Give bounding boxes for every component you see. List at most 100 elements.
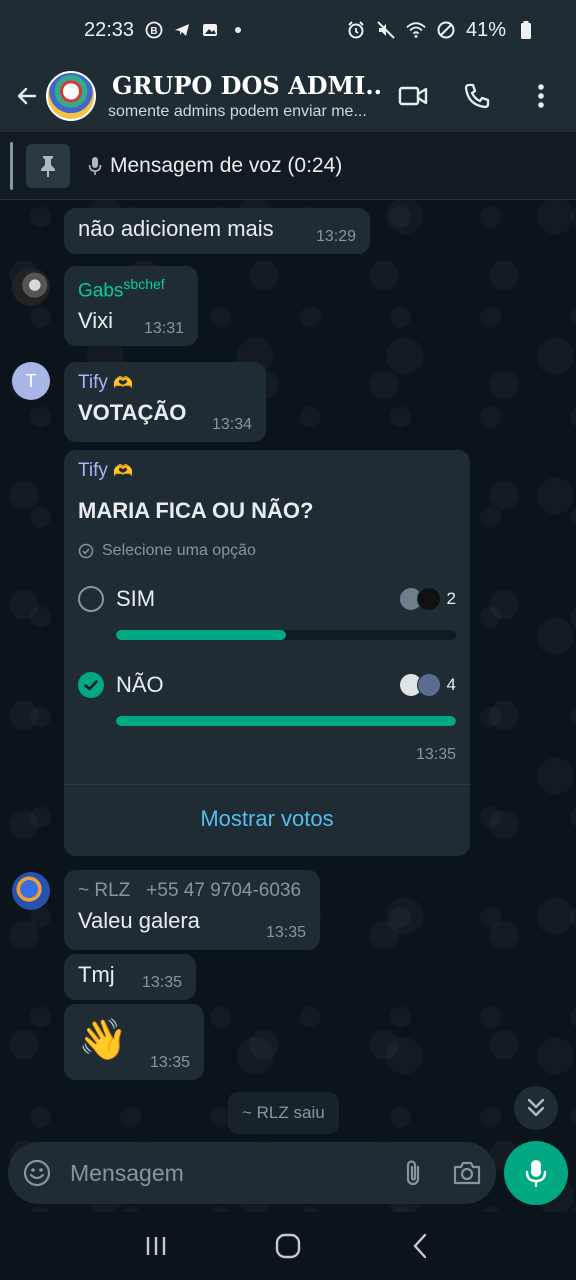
phone-icon [464,83,490,109]
message-time: 13:34 [211,416,252,433]
recents-button[interactable] [136,1226,176,1266]
poll-divider [64,784,470,785]
check-icon [84,680,98,691]
voter-avatar [416,587,441,611]
emoji-icon [23,1159,51,1187]
sender-name: Tify 🫶 [78,460,456,482]
poll-option-label: NÃO [116,672,164,697]
battery-percent: 41% [465,18,506,41]
group-avatar[interactable] [46,71,96,121]
heart-hands-emoji: 🫶 [113,463,134,480]
poll-bar-track [116,716,456,726]
sender-name: Tify 🫶 [78,372,252,394]
back-button[interactable] [12,76,42,116]
mic-small-icon [88,156,102,175]
video-camera-icon [398,86,428,106]
recents-icon [146,1237,166,1255]
poll-option-votes: 4 [446,675,456,694]
message-bubble[interactable]: Gabssbchef Vixi 13:31 [64,266,198,346]
poll-hint-text: Selecione uma opção [102,542,256,559]
dnd-icon [436,20,456,40]
poll-question: MARIA FICA OU NÃO? [78,498,314,523]
pin-button[interactable] [26,143,70,188]
scroll-down-button[interactable] [514,1086,558,1130]
camera-icon [453,1161,481,1185]
sender-name-text: Tify [78,372,108,393]
group-info[interactable]: GRUPO DOS ADMI... somente admins podem e… [108,71,382,121]
poll-option[interactable]: SIM 2 [78,586,456,640]
more-options-button[interactable] [526,81,556,111]
poll-option[interactable]: NÃO 4 [78,672,456,726]
sender-name-text: Gabs [78,280,124,302]
message-time: 13:35 [149,1054,190,1071]
message-bubble[interactable]: ~ RLZ +55 47 9704-6036 Valeu galera 13:3… [64,870,320,950]
poll-bubble[interactable]: Tify 🫶 MARIA FICA OU NÃO? Selecione uma … [64,450,470,856]
message-bubble[interactable]: não adicionem mais 13:29 [64,208,370,254]
mute-icon [376,20,396,40]
dot-icon [228,20,248,40]
pinned-label: Mensagem de voz (0:24) [110,153,343,177]
alarm-icon [346,20,366,40]
message-bubble[interactable]: Tmj 13:35 [64,954,196,1000]
heart-hands-emoji: 🫶 [113,375,134,392]
pinned-message[interactable]: Mensagem de voz (0:24) [0,132,576,200]
kebab-menu-icon [538,84,544,108]
telegram-icon [172,20,192,40]
poll-bar-fill [116,630,286,640]
message-time: 13:35 [141,974,182,991]
avatar[interactable]: T [12,362,50,400]
sender-name: Gabssbchef [78,276,184,302]
home-icon [275,1233,301,1259]
check-circle-icon [78,543,94,559]
status-right-icons: 41% [346,19,536,42]
emoji-button[interactable] [22,1158,52,1188]
system-nav-bar [0,1212,576,1280]
message-time: 13:29 [315,228,356,245]
paperclip-icon [406,1160,420,1186]
chevron-left-icon [413,1233,427,1259]
message-bubble[interactable]: Tify 🫶 VOTAÇÃO 13:34 [64,362,266,442]
back-nav-button[interactable] [400,1226,440,1266]
poll-bar-track [116,630,456,640]
status-time: 22:33 [84,18,135,41]
voice-record-button[interactable] [504,1141,568,1205]
chat-header: GRUPO DOS ADMI... somente admins podem e… [0,60,576,132]
message-bubble[interactable]: 👋 13:35 [64,1004,204,1080]
b-circle-icon: B [144,20,164,40]
arrow-left-icon [17,87,37,105]
double-chevron-down-icon [527,1098,545,1117]
show-votes-button[interactable]: Mostrar votos [64,806,470,832]
radio-checked[interactable] [78,672,104,698]
chat-area[interactable]: Mensagem de voz (0:24) não adicionem mai… [0,132,576,1212]
home-button[interactable] [268,1226,308,1266]
message-time: 13:35 [265,924,306,941]
header-actions [398,81,556,111]
camera-button[interactable] [452,1158,482,1188]
poll-bar-fill [116,716,456,726]
attach-button[interactable] [398,1158,428,1188]
message-input[interactable]: Mensagem [70,1160,374,1187]
poll-hint: Selecione uma opção [78,542,456,560]
voice-call-button[interactable] [462,81,492,111]
status-bar: 22:33 B 41% [0,0,576,60]
status-left-icons: B [144,20,248,40]
pinned-text: Mensagem de voz (0:24) [88,154,342,178]
pin-icon [41,155,55,177]
group-subtitle: somente admins podem enviar me... [108,103,367,120]
group-title: GRUPO DOS ADMI... [108,71,382,100]
system-note: ~ RLZ saiu [228,1092,339,1134]
message-time: 13:35 [415,746,456,763]
svg-text:B: B [150,26,157,37]
avatar[interactable] [12,872,50,910]
sender-name-text: ~ RLZ [78,880,131,901]
sender-phone: +55 47 9704-6036 [146,880,302,901]
radio-unchecked[interactable] [78,586,104,612]
avatar[interactable] [12,268,50,306]
poll-option-votes: 2 [446,589,456,608]
message-composer[interactable]: Mensagem [8,1142,496,1204]
gallery-icon [200,20,220,40]
sender-name-text: Tify [78,460,108,481]
message-text: não adicionem mais [78,216,274,241]
avatar-letter: T [25,370,37,391]
video-call-button[interactable] [398,81,428,111]
